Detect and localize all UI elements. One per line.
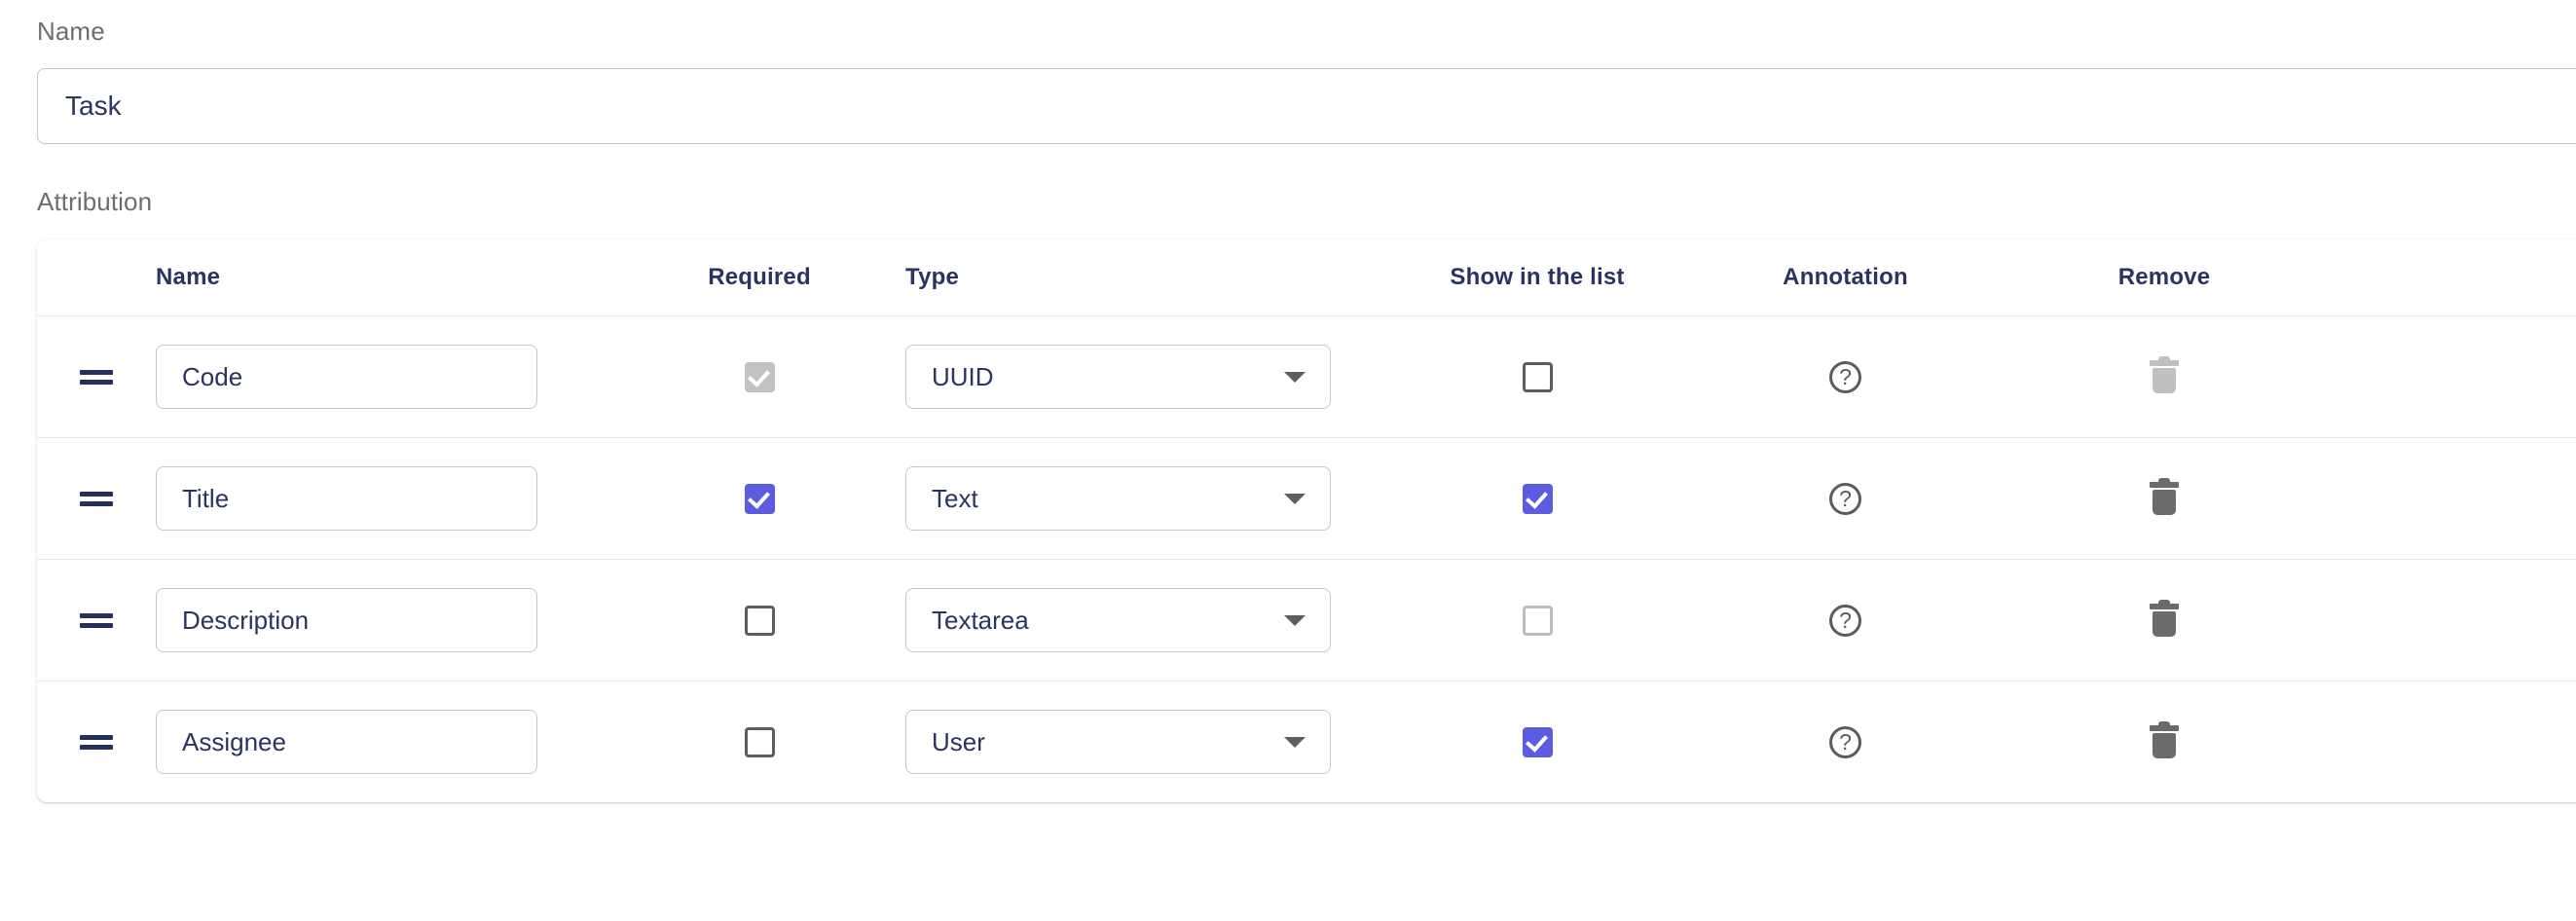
type-select-wrapper: UUID bbox=[905, 345, 1331, 409]
question-circle-icon[interactable]: ? bbox=[1829, 482, 1861, 515]
question-circle-icon[interactable]: ? bbox=[1829, 604, 1861, 637]
row-cell-remove bbox=[1999, 721, 2330, 758]
row-cell-name bbox=[156, 466, 613, 531]
trash-icon[interactable] bbox=[2150, 600, 2179, 637]
header-label-annotation: Annotation bbox=[1783, 264, 1908, 290]
header-cell-type: Type bbox=[905, 264, 1382, 291]
table-body: UUID ? Text bbox=[37, 315, 2576, 802]
row-cell-handle bbox=[37, 491, 156, 506]
type-select[interactable]: User bbox=[905, 710, 1331, 774]
header-cell-remove: Remove bbox=[1999, 264, 2330, 291]
type-select[interactable]: UUID bbox=[905, 345, 1331, 409]
trash-icon[interactable] bbox=[2150, 721, 2179, 758]
header-label-name: Name bbox=[156, 264, 221, 290]
name-field-wrapper bbox=[37, 68, 2576, 144]
attribute-name-input[interactable] bbox=[156, 710, 537, 774]
header-cell-name: Name bbox=[156, 264, 613, 291]
attribute-name-input[interactable] bbox=[156, 345, 537, 409]
attribute-name-input[interactable] bbox=[156, 466, 537, 531]
type-select-wrapper: Textarea bbox=[905, 588, 1331, 652]
show-in-the-list-checkbox[interactable] bbox=[1522, 726, 1553, 757]
row-cell-required bbox=[613, 726, 905, 757]
header-label-type: Type bbox=[905, 264, 960, 290]
type-select-wrapper: Text bbox=[905, 466, 1331, 531]
header-label-remove: Remove bbox=[2117, 264, 2211, 290]
row-cell-show-in-the-list bbox=[1382, 726, 1692, 757]
row-cell-type: Text bbox=[905, 466, 1382, 531]
row-cell-name bbox=[156, 345, 613, 409]
trash-icon[interactable] bbox=[2150, 478, 2179, 515]
attribution-table-card: Name Required Type Show in the list Anno… bbox=[37, 239, 2576, 802]
required-checkbox[interactable] bbox=[744, 483, 775, 514]
row-cell-required bbox=[613, 361, 905, 392]
row-cell-handle bbox=[37, 612, 156, 628]
table-row: Text ? bbox=[37, 437, 2576, 559]
name-input[interactable] bbox=[37, 68, 2576, 144]
required-checkbox[interactable] bbox=[744, 605, 775, 636]
type-select-wrapper: User bbox=[905, 710, 1331, 774]
row-cell-annotation: ? bbox=[1692, 725, 1999, 758]
table-row: Textarea ? bbox=[37, 559, 2576, 681]
row-cell-show-in-the-list bbox=[1382, 605, 1692, 636]
trash-icon[interactable] bbox=[2150, 356, 2179, 393]
table-row: User ? bbox=[37, 681, 2576, 802]
drag-handle-icon[interactable] bbox=[80, 491, 113, 506]
row-cell-type: User bbox=[905, 710, 1382, 774]
required-checkbox[interactable] bbox=[744, 726, 775, 757]
drag-handle-icon[interactable] bbox=[80, 612, 113, 628]
header-cell-show-in-the-list: Show in the list bbox=[1382, 264, 1692, 291]
type-select[interactable]: Text bbox=[905, 466, 1331, 531]
row-cell-name bbox=[156, 710, 613, 774]
header-label-required: Required bbox=[708, 264, 811, 290]
row-cell-annotation: ? bbox=[1692, 482, 1999, 515]
row-cell-remove bbox=[1999, 478, 2330, 515]
row-cell-show-in-the-list bbox=[1382, 483, 1692, 514]
attribute-name-input[interactable] bbox=[156, 588, 537, 652]
row-cell-type: UUID bbox=[905, 345, 1382, 409]
required-checkbox[interactable] bbox=[744, 361, 775, 392]
header-cell-required: Required bbox=[613, 264, 905, 291]
attribute-editor-page: Name Attribution Name Required Type Show… bbox=[0, 0, 2576, 921]
row-cell-required bbox=[613, 605, 905, 636]
attribution-section-label: Attribution bbox=[37, 187, 153, 216]
row-cell-handle bbox=[37, 369, 156, 385]
row-cell-show-in-the-list bbox=[1382, 361, 1692, 392]
question-circle-icon[interactable]: ? bbox=[1829, 360, 1861, 393]
row-cell-remove bbox=[1999, 600, 2330, 637]
drag-handle-icon[interactable] bbox=[80, 369, 113, 385]
question-circle-icon[interactable]: ? bbox=[1829, 725, 1861, 758]
drag-handle-icon[interactable] bbox=[80, 734, 113, 750]
row-cell-name bbox=[156, 588, 613, 652]
show-in-the-list-checkbox[interactable] bbox=[1522, 483, 1553, 514]
row-cell-annotation: ? bbox=[1692, 360, 1999, 393]
table-row: UUID ? bbox=[37, 315, 2576, 437]
row-cell-annotation: ? bbox=[1692, 604, 1999, 637]
row-cell-handle bbox=[37, 734, 156, 750]
show-in-the-list-checkbox[interactable] bbox=[1522, 605, 1553, 636]
header-cell-annotation: Annotation bbox=[1692, 264, 1999, 291]
table-header-row: Name Required Type Show in the list Anno… bbox=[37, 239, 2576, 315]
type-select[interactable]: Textarea bbox=[905, 588, 1331, 652]
header-label-show-in-the-list: Show in the list bbox=[1450, 264, 1625, 290]
name-field-label: Name bbox=[37, 17, 105, 46]
row-cell-required bbox=[613, 483, 905, 514]
row-cell-remove bbox=[1999, 356, 2330, 393]
row-cell-type: Textarea bbox=[905, 588, 1382, 652]
show-in-the-list-checkbox[interactable] bbox=[1522, 361, 1553, 392]
